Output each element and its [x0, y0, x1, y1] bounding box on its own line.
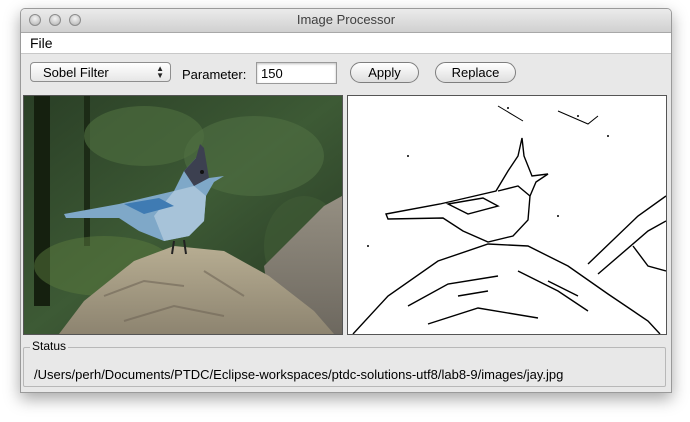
menu-file[interactable]: File	[30, 35, 53, 51]
window-title: Image Processor	[296, 12, 396, 27]
up-down-arrows-icon: ▲ ▼	[156, 64, 164, 80]
status-path-text: /Users/perh/Documents/PTDC/Eclipse-works…	[34, 367, 564, 382]
original-image-panel	[23, 95, 343, 335]
filter-select[interactable]: Sobel Filter ▲ ▼	[30, 62, 171, 82]
menu-bar: File	[21, 33, 671, 54]
parameter-input[interactable]	[256, 62, 337, 84]
original-image	[24, 96, 342, 334]
processed-image-panel	[347, 95, 667, 335]
image-processor-window: Image Processor File Sobel Filter ▲ ▼ Par…	[20, 8, 672, 393]
filter-select-value: Sobel Filter	[43, 65, 109, 80]
replace-button[interactable]: Replace	[435, 62, 516, 83]
apply-button[interactable]: Apply	[350, 62, 419, 83]
toolbar: Sobel Filter ▲▼ Parameter: Apply Replace	[21, 54, 671, 94]
status-title: Status	[30, 339, 69, 353]
processed-image	[352, 105, 666, 334]
parameter-label: Parameter:	[182, 67, 247, 82]
title-bar[interactable]: Image Processor	[21, 9, 671, 33]
status-panel: Status /Users/perh/Documents/PTDC/Eclips…	[23, 339, 666, 387]
